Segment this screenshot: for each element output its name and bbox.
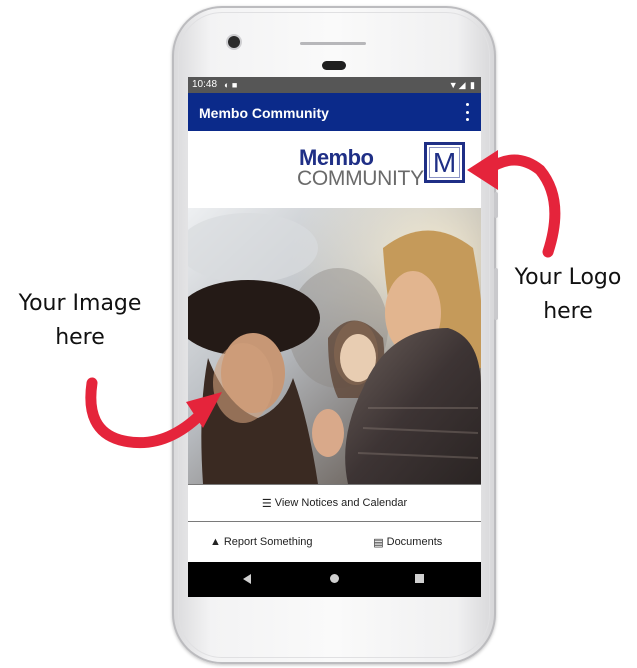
status-bar: 10:48 ◐ ■ ▼◢ ▮ <box>188 77 481 93</box>
view-notices-calendar-label: View Notices and Calendar <box>274 497 408 509</box>
back-icon[interactable] <box>243 574 251 584</box>
report-something-button[interactable]: ▲ Report Something <box>188 522 335 562</box>
view-notices-calendar-button[interactable]: ☰ View Notices and Calendar <box>188 484 481 521</box>
report-something-label: Report Something <box>223 536 313 548</box>
document-icon: ▤ <box>373 536 384 549</box>
front-camera <box>228 36 240 48</box>
recent-apps-icon[interactable] <box>415 574 424 583</box>
android-nav-bar <box>188 562 481 597</box>
your-image-line2: here <box>55 325 105 350</box>
phone-screen: 10:48 ◐ ■ ▼◢ ▮ Membo Community Membo COM… <box>188 77 481 597</box>
your-logo-annotation: Your Logo here <box>503 261 633 329</box>
documents-button[interactable]: ▤ Documents <box>335 522 482 562</box>
your-image-line1: Your Image <box>18 291 142 316</box>
logo-text-community: COMMUNITY <box>297 167 424 190</box>
status-signal-battery-icons: ▼◢ ▮ <box>448 80 476 90</box>
logo-area: Membo COMMUNITY M <box>188 131 481 208</box>
hero-image <box>188 208 481 484</box>
your-logo-line2: here <box>543 299 593 324</box>
your-image-annotation: Your Image here <box>5 287 155 355</box>
secondary-actions-row: ▲ Report Something ▤ Documents <box>188 521 481 562</box>
app-title: Membo Community <box>199 105 329 121</box>
status-notification-icons: ◐ ■ <box>224 80 238 90</box>
hero-photo-illustration <box>188 208 481 484</box>
power-button <box>494 268 498 320</box>
logo-m-mark: M <box>424 142 465 183</box>
app-bar: Membo Community <box>188 93 481 131</box>
your-logo-line1: Your Logo <box>514 265 622 290</box>
status-time: 10:48 <box>192 79 218 90</box>
overflow-menu-icon[interactable] <box>461 103 473 121</box>
top-speaker-line <box>300 42 366 45</box>
home-icon[interactable] <box>330 574 339 583</box>
warning-icon: ▲ <box>209 536 221 548</box>
volume-button <box>494 192 498 218</box>
earpiece <box>322 61 346 70</box>
list-icon: ☰ <box>261 497 272 510</box>
documents-label: Documents <box>386 536 443 548</box>
